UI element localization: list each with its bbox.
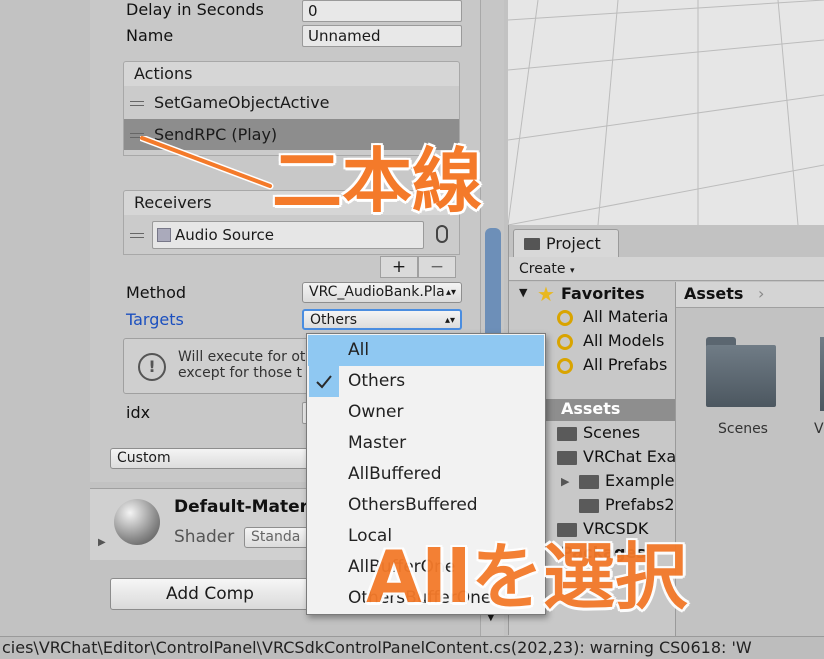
- folder-icon: [579, 475, 599, 489]
- folder-icon-body: [706, 345, 776, 407]
- info-icon: !: [138, 353, 166, 381]
- dropdown-item-master[interactable]: Master: [308, 428, 544, 459]
- assets-root-label: Assets: [561, 399, 621, 418]
- drag-handle-icon[interactable]: [130, 101, 144, 106]
- favorites-label[interactable]: Favorites: [561, 284, 645, 303]
- method-value: VRC_AudioBank.Pla: [309, 284, 445, 300]
- gameobject-icon: [157, 228, 171, 242]
- dropdown-item-label: All: [348, 340, 370, 360]
- annotation-bottom-text: Allを選択: [366, 535, 688, 619]
- create-label: Create: [519, 261, 566, 277]
- assets-grid: Scenes V: [676, 309, 824, 637]
- custom-dropdown[interactable]: Custom: [110, 448, 310, 469]
- dropdown-arrow-icon: ▴▾: [445, 287, 456, 298]
- dropdown-item-owner[interactable]: Owner: [308, 397, 544, 428]
- dropdown-item-all[interactable]: All: [308, 335, 544, 366]
- dropdown-arrow-icon: ▾: [569, 266, 575, 276]
- add-component-button[interactable]: Add Comp: [110, 578, 310, 610]
- info-text-line: except for those t: [178, 365, 303, 381]
- dropdown-arrow-icon: ▴▾: [444, 315, 455, 326]
- targets-dropdown[interactable]: Others ▴▾: [302, 309, 462, 330]
- info-text: Will execute for ot except for those t: [178, 349, 305, 381]
- search-icon: [557, 358, 573, 374]
- tab-project[interactable]: Project: [513, 229, 619, 257]
- favorite-item[interactable]: All Prefabs: [583, 355, 667, 374]
- name-label: Name: [126, 26, 174, 45]
- folder-icon: [579, 499, 599, 513]
- method-label: Method: [126, 283, 187, 302]
- receiver-value: Audio Source: [175, 226, 274, 244]
- action-item[interactable]: SetGameObjectActive: [124, 87, 459, 118]
- checkmark-column: [309, 366, 339, 397]
- assets-tree-row-selected[interactable]: Assets: [539, 399, 675, 421]
- method-dropdown[interactable]: VRC_AudioBank.Pla ▴▾: [302, 282, 462, 303]
- material-name: Default-Materi: [174, 497, 314, 517]
- search-icon: [557, 310, 573, 326]
- project-toolbar: Create ▾: [509, 257, 824, 281]
- delay-field[interactable]: 0: [302, 0, 462, 22]
- dropdown-item-label: AllBuffered: [348, 464, 442, 484]
- search-icon: [557, 334, 573, 350]
- favorite-item[interactable]: All Materia: [583, 307, 668, 326]
- dropdown-item-others[interactable]: Others: [308, 366, 544, 397]
- delay-label: Delay in Seconds: [126, 0, 264, 19]
- tree-item[interactable]: Scenes: [583, 423, 640, 442]
- foldout-arrow-icon[interactable]: ▼: [519, 286, 527, 299]
- breadcrumb: Assets ›: [676, 282, 824, 308]
- material-preview-sphere: [114, 499, 160, 545]
- dropdown-item-othersbuffered[interactable]: OthersBuffered: [308, 490, 544, 521]
- actions-header: Actions: [123, 61, 460, 87]
- action-item-label: SetGameObjectActive: [154, 93, 330, 112]
- foldout-arrow-icon[interactable]: ▶: [98, 537, 106, 548]
- annotation-top-text: 二本線: [272, 140, 482, 222]
- info-text-line: Will execute for ot: [178, 349, 306, 365]
- checkmark-icon: [316, 375, 332, 389]
- tab-project-label: Project: [546, 234, 601, 253]
- add-receiver-button[interactable]: +: [380, 256, 418, 278]
- star-icon: ★: [537, 282, 555, 306]
- scene-view[interactable]: [508, 0, 824, 225]
- dropdown-item-label: Others: [348, 371, 406, 391]
- folder-icon-partial[interactable]: [820, 337, 824, 411]
- folder-label: Scenes: [718, 421, 768, 437]
- scene-grid: [508, 0, 824, 225]
- folder-tile[interactable]: [706, 337, 778, 411]
- annotation-pointer-line: [140, 136, 274, 190]
- dropdown-item-label: Owner: [348, 402, 404, 422]
- dropdown-item-label: Master: [348, 433, 407, 453]
- idx-label: idx: [126, 403, 151, 422]
- remove-receiver-button[interactable]: −: [418, 256, 456, 278]
- object-picker-icon[interactable]: [436, 225, 448, 243]
- dropdown-item-label: OthersBuffered: [348, 495, 478, 515]
- favorites-list: All Materia All Models All Prefabs: [557, 307, 675, 379]
- targets-label: Targets: [126, 310, 184, 329]
- shader-label: Shader: [174, 527, 235, 547]
- tree-item[interactable]: Example: [605, 471, 674, 490]
- targets-value: Others: [310, 312, 358, 328]
- folder-label: V: [814, 421, 824, 437]
- folder-icon: [557, 451, 577, 465]
- name-field[interactable]: Unnamed: [302, 25, 462, 47]
- chevron-right-icon: ›: [758, 284, 765, 303]
- folder-icon: [524, 238, 540, 250]
- folder-icon: [557, 427, 577, 441]
- dropdown-item-allbuffered[interactable]: AllBuffered: [308, 459, 544, 490]
- foldout-arrow-icon[interactable]: ▶: [561, 475, 569, 488]
- shader-dropdown[interactable]: Standa: [244, 527, 314, 548]
- favorite-item[interactable]: All Models: [583, 331, 664, 350]
- drag-handle-icon[interactable]: [130, 233, 144, 238]
- console-status-bar[interactable]: cies\VRChat\Editor\ControlPanel\VRCSdkCo…: [0, 636, 824, 659]
- tree-item[interactable]: Prefabs2: [605, 495, 675, 514]
- tree-item[interactable]: VRChat Exa: [583, 447, 676, 466]
- create-button[interactable]: Create ▾: [519, 259, 575, 281]
- breadcrumb-item[interactable]: Assets: [684, 284, 743, 303]
